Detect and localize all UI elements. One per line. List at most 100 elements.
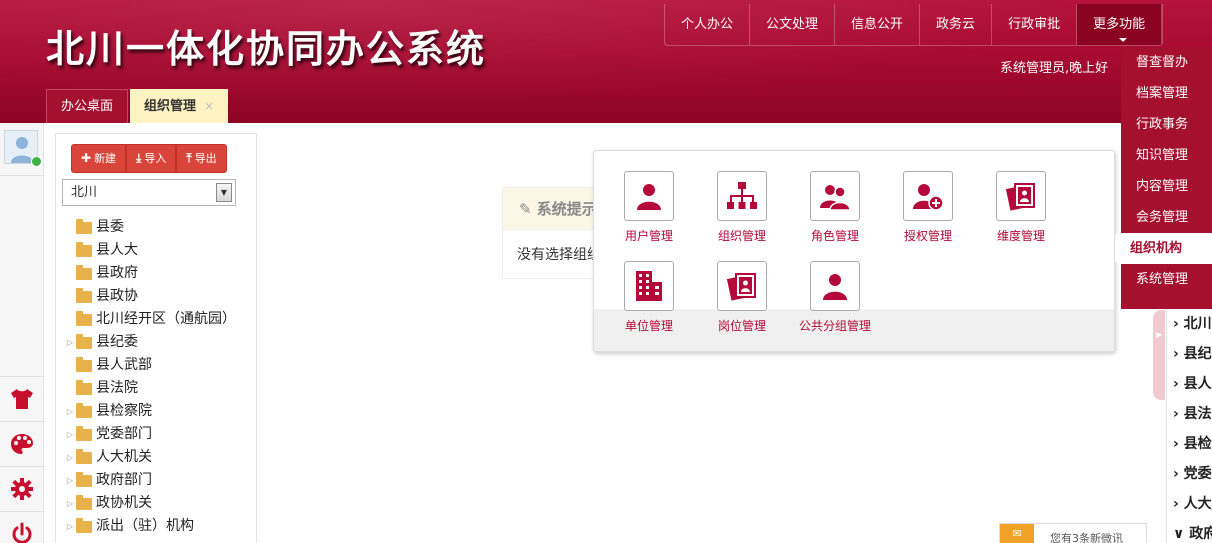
chevron-right-icon: › [1173,316,1184,332]
power-icon[interactable] [0,511,44,543]
tree-node[interactable]: ▷ 县纪委 [64,331,254,354]
expand-arrow-icon[interactable]: ▷ [64,469,76,492]
tile-label: 用户管理 [624,229,673,243]
tree-node-label: 县检察院 [96,403,152,419]
new-button-label: 新建 [94,152,117,165]
nav-gov-cloud[interactable]: 政务云 [920,4,993,45]
menu-item-organization[interactable]: 组织机构 [1115,233,1212,264]
export-button[interactable]: ⤒ 导出 [176,144,227,173]
building-icon [624,261,674,311]
tile-org-management[interactable]: 组织管理 [692,171,792,244]
tree-node-label: 党委部门 [96,426,152,442]
folder-icon [76,356,92,372]
tree-node[interactable]: ▷ 县检察院 [64,400,254,423]
menu-item-knowledge[interactable]: 知识管理 [1121,140,1212,171]
expand-arrow-icon[interactable]: ▷ [64,331,76,354]
new-button[interactable]: ✚ 新建 [71,144,127,173]
right-collapse-handle[interactable]: ▶ [1153,310,1165,400]
tile-unit-management[interactable]: 单位管理 [599,261,699,334]
org-select-value: 北川 [71,185,98,200]
nav-document-processing[interactable]: 公文处理 [750,4,836,45]
nav-personal-office[interactable]: 个人办公 [665,4,751,45]
expand-arrow-icon[interactable]: ▷ [64,515,76,538]
tree-node-label: 县委 [96,219,124,235]
right-list-item[interactable]: › 党委部门 [1167,459,1212,489]
notification-popup[interactable]: ✉ 您有3条新微讯 [999,523,1147,543]
tab-org-management[interactable]: 组织管理 × [130,89,229,123]
menu-item-supervision[interactable]: 督查督办 [1121,47,1212,78]
expand-arrow-icon[interactable]: ▷ [64,492,76,515]
divider [0,175,44,176]
expand-arrow-icon[interactable]: ▷ [64,423,76,446]
tree-node[interactable]: 县政府 [64,262,254,285]
tree-node[interactable]: 县法院 [64,377,254,400]
tree-node[interactable]: 县委 [64,216,254,239]
tile-label: 角色管理 [810,229,859,243]
user-add-icon [903,171,953,221]
nav-info-public[interactable]: 信息公开 [835,4,921,45]
org-tree: 县委 县人大 县政府 县政协 北川经开区（通航园） ▷ 县纪委 县人武部 县法院 ▷ 县检察院 ▷ 党委… [64,216,254,538]
expand-arrow-icon[interactable]: ▷ [64,400,76,423]
tile-label: 授权管理 [903,229,952,243]
shirt-icon[interactable] [0,376,44,420]
tree-node[interactable]: 县人武部 [64,354,254,377]
settings-gear-icon[interactable] [0,466,44,510]
right-list-item[interactable]: › 北川 [1167,309,1212,339]
tile-role-management[interactable]: 角色管理 [785,171,885,244]
tile-dimension-management[interactable]: 维度管理 [971,171,1071,244]
folder-icon [76,425,92,441]
menu-item-archive[interactable]: 档案管理 [1121,78,1212,109]
right-list-item[interactable]: › 县人武部 [1167,369,1212,399]
toolbar: ✚ 新建 ⤓ 导入 ⤒ 导出 [71,144,227,173]
org-select[interactable]: 北川 ▼ [62,179,236,206]
palette-icon[interactable] [0,421,44,465]
chevron-right-icon: › [1173,346,1184,362]
tree-node-label: 人大机关 [96,449,152,465]
tile-label: 公共分组管理 [798,319,871,333]
tree-node[interactable]: ▷ 政府部门 [64,469,254,492]
right-org-list: › 北川› 县纪委› 县人武部› 县法院› 县检察院› 党委部门› 人大机关∨ … [1166,309,1212,543]
export-button-label: 导出 [194,152,217,165]
tile-position-management[interactable]: 岗位管理 [692,261,792,334]
pencil-icon: ✎ [519,200,537,218]
right-list-item[interactable]: ∨ 政府部门 [1167,519,1212,543]
tree-node-label: 北川经开区（通航园） [96,311,236,327]
tree-node-label: 政府部门 [96,472,152,488]
tree-node-label: 县人武部 [96,357,152,373]
tree-node[interactable]: ▷ 政协机关 [64,492,254,515]
tab-office-desktop[interactable]: 办公桌面 [46,89,129,123]
nav-more-functions[interactable]: 更多功能 [1077,4,1163,45]
menu-item-admin-affairs[interactable]: 行政事务 [1121,109,1212,140]
tree-node[interactable]: ▷ 派出（驻）机构 [64,515,254,538]
menu-item-system[interactable]: 系统管理 [1121,264,1212,295]
menu-item-content[interactable]: 内容管理 [1121,171,1212,202]
import-button[interactable]: ⤓ 导入 [126,144,177,173]
folder-icon [76,494,92,510]
right-list-item[interactable]: › 县纪委 [1167,339,1212,369]
right-list-label: 县人武部 [1183,376,1212,392]
tile-auth-management[interactable]: 授权管理 [878,171,978,244]
tree-node[interactable]: ▷ 党委部门 [64,423,254,446]
tree-node[interactable]: 县人大 [64,239,254,262]
tile-user-management[interactable]: 用户管理 [599,171,699,244]
tile-public-group-management[interactable]: 公共分组管理 [785,261,885,334]
online-status-icon [31,156,42,167]
nav-admin-approval[interactable]: 行政审批 [992,4,1078,45]
right-list-item[interactable]: › 县法院 [1167,399,1212,429]
tree-node[interactable]: ▷ 人大机关 [64,446,254,469]
chevron-down-icon: ∨ [1173,526,1190,542]
folder-icon [76,264,92,280]
right-list-item[interactable]: › 县检察院 [1167,429,1212,459]
tree-node-label: 政协机关 [96,495,152,511]
right-list-label: 党委部门 [1183,466,1212,482]
tab-close-icon[interactable]: × [204,99,214,113]
tree-node[interactable]: 北川经开区（通航园） [64,308,254,331]
expand-arrow-icon[interactable]: ▷ [64,446,76,469]
tree-node[interactable]: 县政协 [64,285,254,308]
tile-label: 组织管理 [717,229,766,243]
menu-item-meeting[interactable]: 会务管理 [1121,202,1212,233]
folder-icon [76,471,92,487]
right-list-item[interactable]: › 人大机关 [1167,489,1212,519]
chevron-down-icon[interactable]: ▼ [216,183,232,202]
user-icon [624,171,674,221]
